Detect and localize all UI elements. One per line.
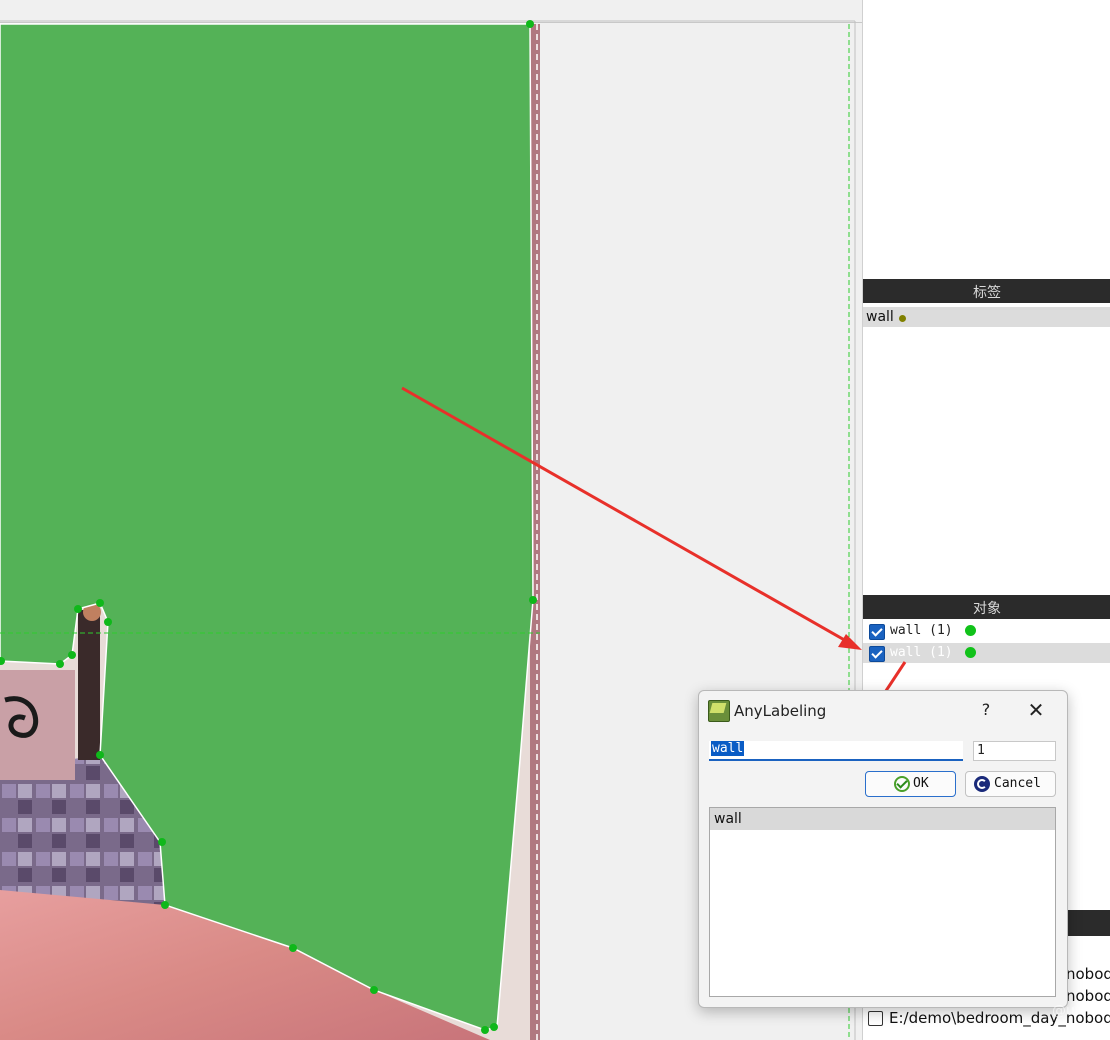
object-list-item[interactable]: wall (1)	[863, 621, 1110, 641]
file-checkbox[interactable]	[868, 1011, 883, 1026]
object-list-item-selected[interactable]: wall (1)	[863, 643, 1110, 663]
vertex-point[interactable]	[161, 901, 169, 909]
vertex-point[interactable]	[481, 1026, 489, 1034]
vertex-point[interactable]	[96, 751, 104, 759]
label-color-dot	[899, 315, 906, 322]
vertex-point[interactable]	[56, 660, 64, 668]
label-list-item-text: wall	[866, 309, 894, 325]
label-list-item[interactable]: wall	[863, 307, 1110, 327]
cancel-button-label: Cancel	[994, 776, 1041, 791]
object-color-dot	[965, 647, 976, 658]
label-dialog: AnyLabeling ? ✕ wall 1 OK Cancel wall	[698, 690, 1068, 1008]
group-id-input[interactable]: 1	[973, 741, 1056, 761]
vertex-point[interactable]	[68, 651, 76, 659]
ok-button-label: OK	[913, 776, 929, 791]
file-list-item-text: E:/demo\bedroom_day_nobod	[889, 1009, 1110, 1027]
file-list-item-text: nobod	[1066, 965, 1110, 983]
vertex-point[interactable]	[96, 599, 104, 607]
object-list-item-text: wall (1)	[890, 623, 953, 638]
vertex-point[interactable]	[104, 618, 112, 626]
object-visibility-checkbox[interactable]	[869, 624, 885, 640]
vertex-point[interactable]	[529, 596, 537, 604]
object-color-dot	[965, 625, 976, 636]
vertex-point[interactable]	[370, 986, 378, 994]
watermark-text: @u	[1052, 1003, 1075, 1019]
vertex-point[interactable]	[289, 944, 297, 952]
label-name-input[interactable]: wall	[709, 741, 963, 761]
close-button[interactable]: ✕	[1023, 699, 1049, 721]
cancel-button[interactable]: Cancel	[965, 771, 1056, 797]
vertex-point[interactable]	[74, 605, 82, 613]
object-visibility-checkbox[interactable]	[869, 646, 885, 662]
vertex-point[interactable]	[158, 838, 166, 846]
vertex-point[interactable]	[526, 20, 534, 28]
ok-button[interactable]: OK	[865, 771, 956, 797]
label-suggestion-list[interactable]: wall	[709, 807, 1056, 997]
objects-panel-header: 对象	[863, 595, 1110, 619]
vertex-point[interactable]	[490, 1023, 498, 1031]
labels-panel-header: 标签	[863, 279, 1110, 303]
label-suggestion-item[interactable]: wall	[710, 808, 1055, 830]
help-button[interactable]: ?	[975, 699, 997, 721]
check-circle-icon	[894, 776, 910, 792]
label-name-selected-text: wall	[711, 741, 745, 756]
undo-icon	[974, 776, 990, 792]
app-logo-icon	[708, 700, 730, 722]
dialog-title: AnyLabeling	[734, 702, 827, 720]
object-list-item-text: wall (1)	[890, 645, 953, 660]
